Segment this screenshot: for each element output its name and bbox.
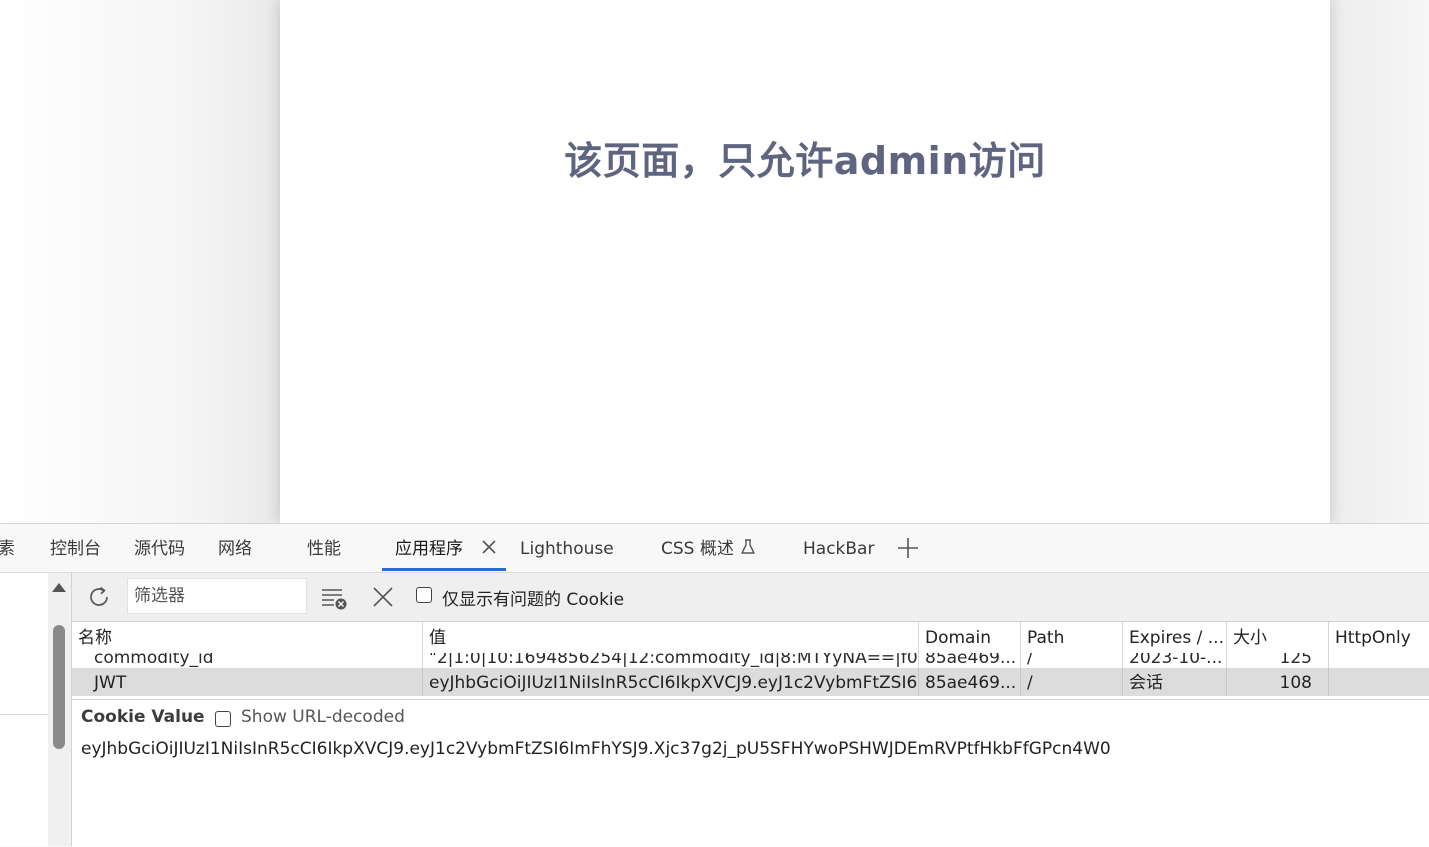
close-tab-icon[interactable] [480, 538, 498, 556]
application-sidebar [0, 573, 48, 846]
table-row[interactable]: commodity_id "2|1:0|10:1694856254|12:com… [72, 653, 1429, 668]
column-header-path[interactable]: Path [1021, 622, 1123, 653]
tab-console[interactable]: 控制台 [50, 524, 101, 572]
page-content: 该页面，只允许admin访问 [280, 0, 1330, 523]
cell-value: "2|1:0|10:1694856254|12:commodity_id|8:M… [423, 653, 919, 668]
tab-elements[interactable]: 素 [0, 524, 15, 572]
column-header-httponly[interactable]: HttpOnly [1329, 622, 1429, 653]
cell-expires: 会话 [1123, 668, 1227, 696]
tab-sources[interactable]: 源代码 [134, 524, 185, 572]
column-header-value[interactable]: 值 [423, 622, 919, 653]
cell-path: / [1021, 653, 1123, 668]
column-header-expires[interactable]: Expires / ... [1123, 622, 1227, 653]
column-header-name[interactable]: 名称 [72, 622, 423, 653]
sidebar-divider [0, 714, 48, 715]
devtools-panel: 素 控制台 源代码 网络 性能 应用程序 Lighthouse CSS 概述 H… [0, 523, 1429, 847]
cell-name: commodity_id [72, 653, 423, 668]
table-row-selected[interactable]: JWT eyJhbGciOiJIUzI1NiIsInR5cCI6IkpXVCJ9… [72, 668, 1429, 696]
tab-css-overview[interactable]: CSS 概述 [661, 524, 734, 572]
column-header-size[interactable]: 大小 [1227, 622, 1329, 653]
filter-input[interactable] [127, 578, 307, 614]
scrollbar-thumb[interactable] [53, 625, 65, 749]
cell-size: 125 [1227, 653, 1329, 668]
tab-network[interactable]: 网络 [218, 524, 252, 572]
cookie-value-text[interactable]: eyJhbGciOiJIUzI1NiIsInR5cCI6IkpXVCJ9.eyJ… [81, 739, 1111, 759]
show-url-decoded-checkbox[interactable] [215, 711, 231, 727]
cell-httponly [1329, 653, 1429, 668]
cell-value: eyJhbGciOiJIUzI1NiIsInR5cCI6IkpXVCJ9.eyJ… [423, 668, 919, 696]
cookie-value-pane: Cookie Value Show URL-decoded eyJhbGciOi… [72, 699, 1429, 847]
page-heading: 该页面，只允许admin访问 [564, 139, 1046, 183]
tab-performance[interactable]: 性能 [307, 524, 341, 572]
add-tab-icon[interactable] [896, 536, 920, 560]
cell-expires: 2023-10-... [1123, 653, 1227, 668]
cell-name: JWT [72, 668, 423, 696]
experiment-flask-icon [741, 539, 755, 554]
scroll-up-arrow-icon[interactable] [52, 583, 66, 592]
show-url-decoded-label: Show URL-decoded [241, 707, 405, 727]
refresh-icon[interactable] [86, 584, 112, 610]
cell-size: 108 [1227, 668, 1329, 696]
tab-application[interactable]: 应用程序 [395, 524, 463, 572]
cell-domain: 85ae469... [919, 653, 1021, 668]
clear-filtered-cookies-icon[interactable] [320, 586, 350, 610]
cell-domain: 85ae469... [919, 668, 1021, 696]
cookies-toolbar: 仅显示有问题的 Cookie [72, 573, 1429, 622]
tab-lighthouse[interactable]: Lighthouse [520, 524, 614, 572]
cookie-value-title: Cookie Value [81, 707, 205, 727]
cell-httponly [1329, 668, 1429, 696]
tab-hackbar[interactable]: HackBar [803, 524, 874, 572]
sidebar-scrollbar[interactable] [48, 573, 72, 846]
cookies-panel: 仅显示有问题的 Cookie 名称 值 Domain Path Expires … [72, 573, 1429, 847]
clear-all-cookies-icon[interactable] [372, 586, 394, 608]
column-header-domain[interactable]: Domain [919, 622, 1021, 653]
page-viewport: 该页面，只允许admin访问 [0, 0, 1429, 523]
active-tab-indicator [382, 568, 506, 571]
devtools-tabbar: 素 控制台 源代码 网络 性能 应用程序 Lighthouse CSS 概述 H… [0, 524, 1429, 573]
issues-only-checkbox[interactable] [416, 587, 432, 603]
cell-path: / [1021, 668, 1123, 696]
issues-only-label: 仅显示有问题的 Cookie [442, 590, 625, 610]
table-header: 名称 值 Domain Path Expires / ... 大小 HttpOn… [72, 622, 1429, 654]
